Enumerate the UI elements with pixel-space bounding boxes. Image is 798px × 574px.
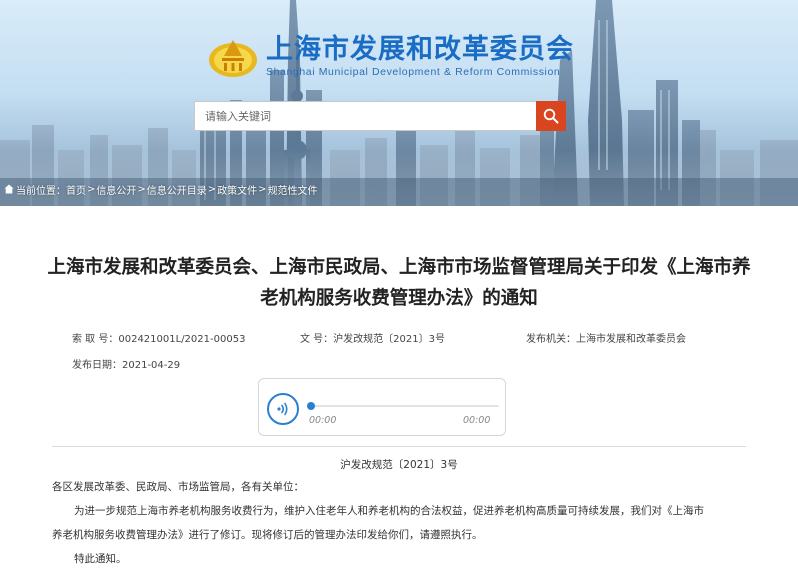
meta-docno-value: 沪发改规范〔2021〕3号 xyxy=(333,334,445,345)
page-title-line1: 上海市发展和改革委员会、上海市民政局、上海市市场监督管理局关于印发《上海市养 xyxy=(47,257,751,278)
meta-index: 索 取 号：002421001L/2021-00053 xyxy=(72,330,245,345)
breadcrumb-item-home[interactable]: 首页 xyxy=(66,182,86,197)
audio-play-button[interactable] xyxy=(267,393,299,425)
breadcrumb-separator: > xyxy=(258,183,267,195)
body-paragraph-line2: 养老机构服务收费管理办法》进行了修订。现将修订后的管理办法印发给你们，请遵照执行… xyxy=(52,529,483,541)
meta-issuer: 发布机关：上海市发展和改革委员会 xyxy=(526,330,686,345)
breadcrumb-separator: > xyxy=(87,183,96,195)
closing-text: 特此通知。 xyxy=(74,553,127,565)
search-bar xyxy=(194,101,566,131)
emblem-icon xyxy=(209,40,257,77)
breadcrumb-item-normative-docs[interactable]: 规范性文件 xyxy=(268,182,318,197)
breadcrumb: 当前位置： 首页 > 信息公开 > 信息公开目录 > 政策文件 > 规范性文件 xyxy=(0,181,318,197)
audio-progress-knob[interactable] xyxy=(307,402,315,410)
meta-index-label: 索 取 号： xyxy=(72,334,119,345)
breadcrumb-separator: > xyxy=(137,183,146,195)
audio-player: 00:00 00:00 xyxy=(258,378,506,436)
meta-date-value: 2021-04-29 xyxy=(122,360,181,371)
salutation: 各区发展改革委、民政局、市场监管局，各有关单位： xyxy=(52,481,304,493)
search-button[interactable] xyxy=(536,101,566,131)
meta-date: 发布日期：2021-04-29 xyxy=(72,356,180,371)
meta-index-value: 002421001L/2021-00053 xyxy=(118,334,246,345)
breadcrumb-item-policy-docs[interactable]: 政策文件 xyxy=(217,182,257,197)
meta-date-label: 发布日期： xyxy=(72,360,122,371)
org-name-cn: 上海市发展和改革委员会 xyxy=(266,33,574,65)
location-icon xyxy=(4,184,14,194)
search-input[interactable] xyxy=(194,101,536,131)
audio-current-time: 00:00 xyxy=(309,415,337,426)
breadcrumb-separator: > xyxy=(207,183,217,195)
audio-duration: 00:00 xyxy=(463,415,491,426)
breadcrumb-item-info-catalog[interactable]: 信息公开目录 xyxy=(147,182,207,197)
site-logo[interactable]: 上海市发展和改革委员会 Shanghai Municipal Developme… xyxy=(208,34,574,78)
header-banner: 上海市发展和改革委员会 Shanghai Municipal Developme… xyxy=(0,0,798,206)
org-name-en: Shanghai Municipal Development & Reform … xyxy=(266,65,561,78)
page-title: 上海市发展和改革委员会、上海市民政局、上海市市场监督管理局关于印发《上海市养 老… xyxy=(0,252,798,314)
page-title-line2: 老机构服务收费管理办法》的通知 xyxy=(260,288,538,309)
meta-docno: 文 号：沪发改规范〔2021〕3号 xyxy=(300,330,445,345)
breadcrumb-item-info-public[interactable]: 信息公开 xyxy=(96,182,136,197)
meta-issuer-value: 上海市发展和改革委员会 xyxy=(576,334,686,345)
doc-number: 沪发改规范〔2021〕3号 xyxy=(340,459,458,471)
speaker-sound-icon xyxy=(277,402,288,416)
meta-docno-label: 文 号： xyxy=(300,334,334,345)
search-icon xyxy=(543,108,559,124)
meta-issuer-label: 发布机关： xyxy=(526,334,576,345)
breadcrumb-prefix: 当前位置： xyxy=(16,185,66,197)
audio-progress-track[interactable] xyxy=(307,402,499,410)
body-paragraph-line1: 为进一步规范上海市养老机构服务收费行为，维护入住老年人和养老机构的合法权益，促进… xyxy=(74,505,704,517)
content-divider xyxy=(52,446,746,447)
